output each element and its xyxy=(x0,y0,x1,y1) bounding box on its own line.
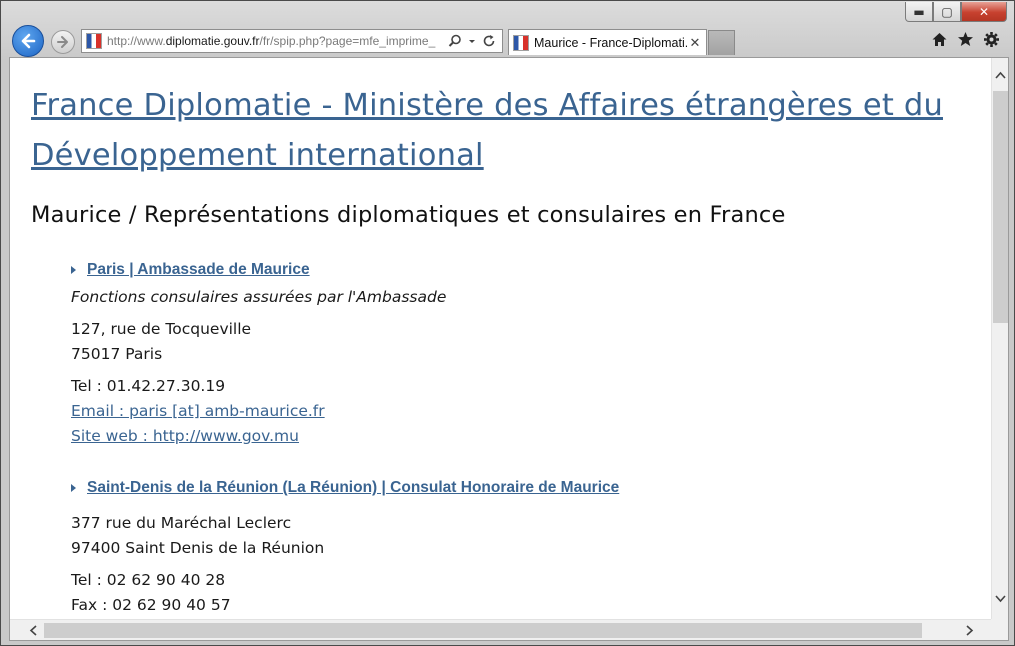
address-line: 377 rue du Maréchal Leclerc xyxy=(71,514,292,532)
entry-paris: Paris | Ambassade de Maurice Fonctions c… xyxy=(71,261,446,449)
phone-line: Tel : 02 62 90 40 28 xyxy=(71,571,226,589)
vertical-scroll-thumb[interactable] xyxy=(993,91,1008,323)
scroll-down-icon[interactable] xyxy=(992,590,1008,607)
search-icon[interactable] xyxy=(448,34,462,48)
postal-line: 75017 Paris xyxy=(71,345,163,363)
bullet-arrow-icon xyxy=(71,266,76,274)
fax-line: Fax : 02 62 90 40 57 xyxy=(71,596,231,614)
entry-saint-denis: Saint-Denis de la Réunion (La Réunion) |… xyxy=(71,479,619,618)
navigation-bar: http://www.diplomatie.gouv.fr/fr/spip.ph… xyxy=(1,25,1014,57)
entry-title-link[interactable]: Saint-Denis de la Réunion (La Réunion) |… xyxy=(71,479,619,497)
star-icon[interactable] xyxy=(957,31,974,48)
tab-title: Maurice - France-Diplomati... xyxy=(534,35,687,50)
tab-active[interactable]: Maurice - France-Diplomati... ✕ xyxy=(508,29,707,55)
close-tab-icon[interactable]: ✕ xyxy=(687,35,703,51)
home-icon[interactable] xyxy=(931,31,948,48)
page-heading: Maurice / Représentations diplomatiques … xyxy=(31,202,786,228)
dropdown-arrow-icon[interactable] xyxy=(468,34,476,48)
horizontal-scrollbar[interactable] xyxy=(10,619,993,640)
refresh-icon[interactable] xyxy=(482,34,496,48)
toolbar-icons xyxy=(931,31,1000,48)
minimize-button[interactable]: ▬ xyxy=(905,2,933,22)
address-bar-actions xyxy=(442,34,502,48)
address-bar[interactable]: http://www.diplomatie.gouv.fr/fr/spip.ph… xyxy=(81,29,503,53)
arrow-right-icon xyxy=(57,36,68,48)
website-link[interactable]: Site web : http://www.gov.mu xyxy=(71,424,446,449)
gear-icon[interactable] xyxy=(983,31,1000,48)
scrollbar-corner xyxy=(991,619,1008,640)
phone-line: Tel : 01.42.27.30.19 xyxy=(71,377,226,395)
address-url[interactable]: http://www.diplomatie.gouv.fr/fr/spip.ph… xyxy=(107,34,442,48)
maximize-button[interactable]: ▢ xyxy=(933,2,961,22)
arrow-left-icon xyxy=(21,33,36,49)
tab-favicon-icon xyxy=(513,34,529,51)
back-button[interactable] xyxy=(12,25,44,57)
new-tab-button[interactable] xyxy=(708,30,735,55)
postal-line: 97400 Saint Denis de la Réunion xyxy=(71,539,325,557)
bullet-arrow-icon xyxy=(71,484,76,492)
browser-window: ▬ ▢ ✕ http://www.diplomatie.gouv.fr/fr/s… xyxy=(0,0,1015,646)
page-viewport: France Diplomatie - Ministère des Affair… xyxy=(9,57,1009,641)
window-controls: ▬ ▢ ✕ xyxy=(905,2,1007,22)
forward-button[interactable] xyxy=(51,30,75,54)
site-favicon-icon xyxy=(86,33,102,49)
address-line: 127, rue de Tocqueville xyxy=(71,320,252,338)
consular-note: Fonctions consulaires assurées par l'Amb… xyxy=(71,288,447,306)
scroll-left-icon[interactable] xyxy=(24,622,41,639)
vertical-scrollbar[interactable] xyxy=(991,58,1008,621)
scroll-right-icon[interactable] xyxy=(961,622,978,639)
close-window-button[interactable]: ✕ xyxy=(961,2,1007,22)
entry-title-link[interactable]: Paris | Ambassade de Maurice xyxy=(71,261,446,279)
horizontal-scroll-thumb[interactable] xyxy=(44,623,922,638)
scroll-up-icon[interactable] xyxy=(992,66,1008,83)
page-content: France Diplomatie - Ministère des Affair… xyxy=(10,58,993,621)
site-title-link[interactable]: France Diplomatie - Ministère des Affair… xyxy=(31,81,991,181)
email-link[interactable]: Email : paris [at] amb-maurice.fr xyxy=(71,399,446,424)
